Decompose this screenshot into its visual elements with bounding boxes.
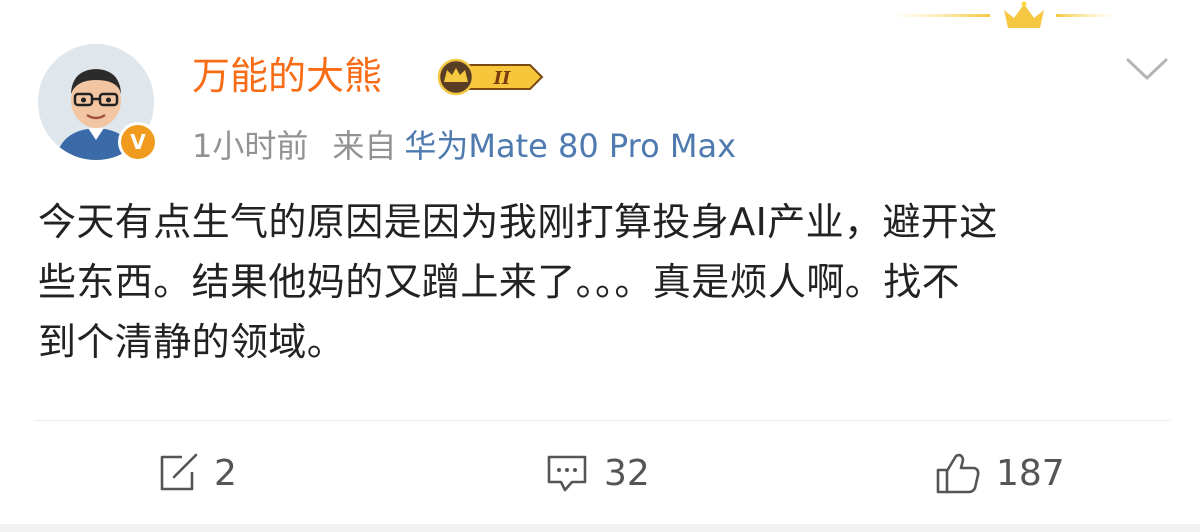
comment-count: 32 xyxy=(604,452,650,494)
username-link[interactable]: 万能的大熊 xyxy=(192,50,382,102)
like-button[interactable]: 187 xyxy=(934,448,1065,498)
repost-count: 2 xyxy=(214,452,237,494)
thumbs-up-icon xyxy=(936,453,980,494)
edit-share-icon xyxy=(160,453,198,491)
comment-bubble-icon xyxy=(547,455,587,492)
member-crown-badge-icon[interactable]: II xyxy=(430,57,546,97)
chevron-down-icon[interactable] xyxy=(1122,52,1172,86)
post-content: 今天有点生气的原因是因为我刚打算投身AI产业，避开这 些东西。结果他妈的又蹭上来… xyxy=(38,192,1168,372)
comment-button[interactable]: 32 xyxy=(544,448,650,498)
post-time: 1小时前 xyxy=(192,127,309,165)
content-line: 今天有点生气的原因是因为我刚打算投身AI产业，避开这 xyxy=(38,200,998,244)
source-device-link[interactable]: 华为Mate 80 Pro Max xyxy=(404,127,736,165)
content-line: 些东西。结果他妈的又蹭上来了。。。真是烦人啊。找不 xyxy=(38,260,961,304)
member-level-text: II xyxy=(493,68,511,89)
post-meta: 1小时前 来自 华为Mate 80 Pro Max xyxy=(192,124,736,168)
repost-button[interactable]: 2 xyxy=(156,448,237,498)
bottom-divider xyxy=(0,524,1200,532)
crown-decoration-icon xyxy=(890,1,1116,28)
divider xyxy=(34,420,1170,421)
verified-badge: V xyxy=(118,122,158,162)
like-count: 187 xyxy=(996,452,1065,494)
content-line: 到个清静的领域。 xyxy=(38,320,346,364)
source-label: 来自 xyxy=(332,127,397,165)
